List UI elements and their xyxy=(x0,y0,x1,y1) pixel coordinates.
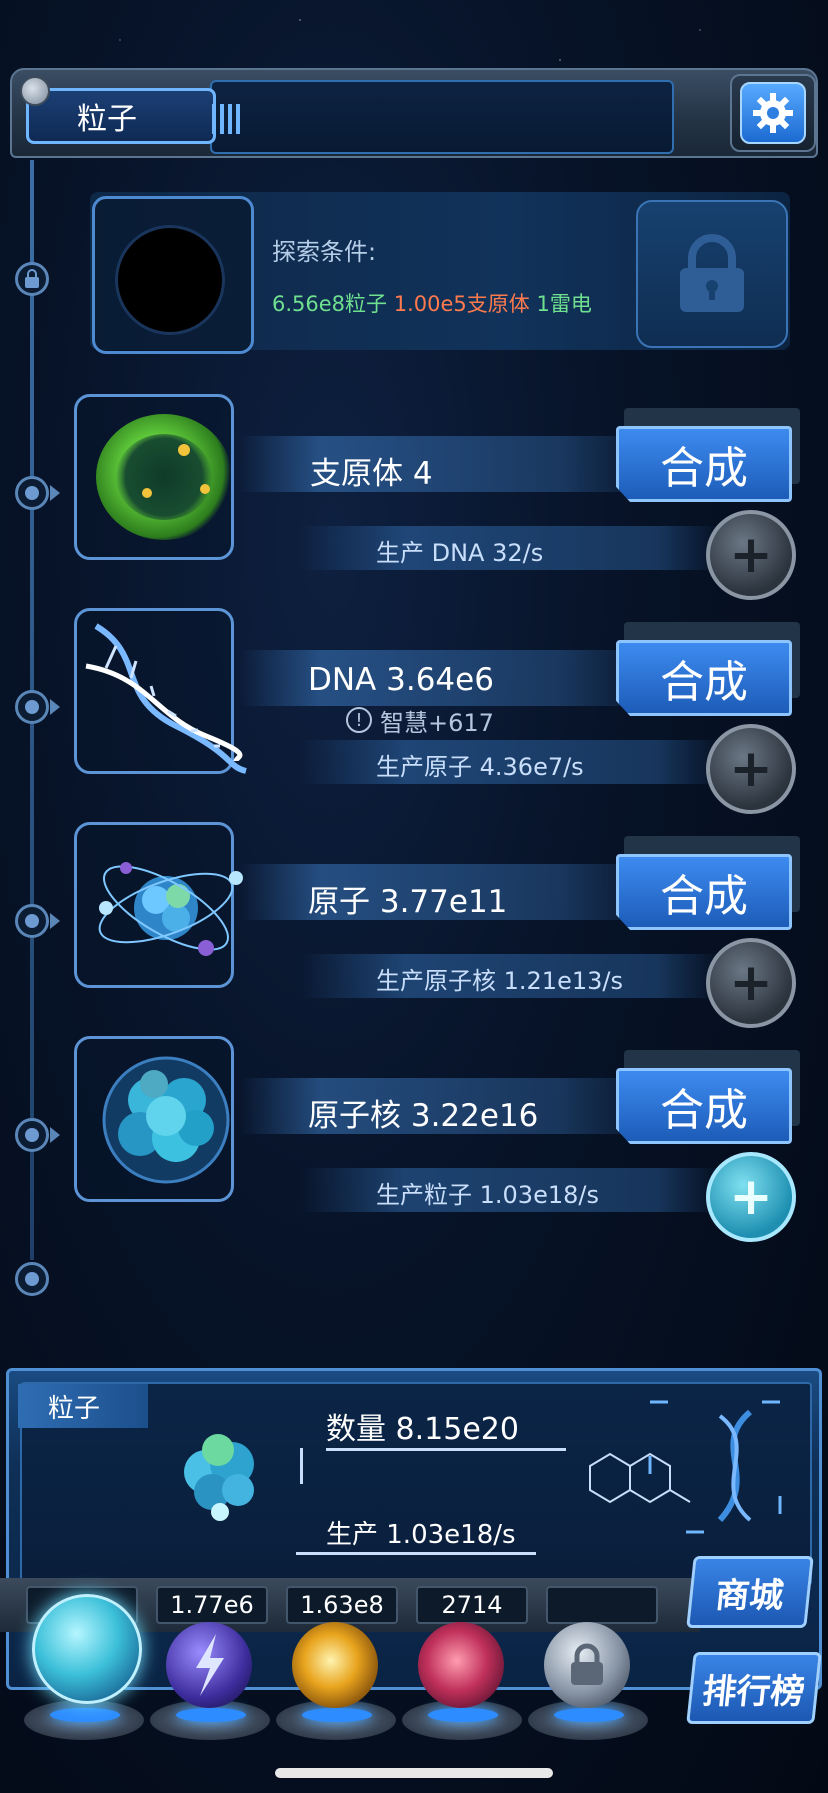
plus-icon: + xyxy=(729,739,773,799)
small-lock-icon xyxy=(25,269,39,288)
item-production: 生产原子核 1.21e13/s xyxy=(376,967,623,995)
resource-cell-locked xyxy=(546,1586,658,1624)
plus-icon: + xyxy=(729,525,773,585)
explore-condition-label: 探索条件: xyxy=(272,238,377,266)
item-name-bar xyxy=(240,436,640,492)
info-icon: ! xyxy=(346,707,373,733)
page-title: 粒子 xyxy=(26,88,216,144)
resource-count: 数量 8.15e20 xyxy=(326,1412,519,1447)
nucleus-icon xyxy=(102,1056,230,1184)
title-bars-decoration xyxy=(212,104,240,134)
locked-button[interactable] xyxy=(636,200,788,348)
header-panel xyxy=(210,80,674,154)
resource-production: 生产 1.03e18/s xyxy=(326,1520,516,1550)
timeline-node xyxy=(15,904,49,938)
screw-decoration xyxy=(20,76,50,106)
lock-icon xyxy=(571,1643,603,1685)
synthesize-button[interactable]: 合成 xyxy=(616,854,792,930)
synthesize-button[interactable]: 合成 xyxy=(616,1068,792,1144)
upgrade-button-active[interactable]: + xyxy=(706,1152,796,1242)
upgrade-button[interactable]: + xyxy=(706,938,796,1028)
pedestal-glow xyxy=(428,1708,498,1722)
connector-line xyxy=(300,1448,303,1484)
item-name: 支原体 4 xyxy=(310,456,433,492)
resource-cell-thunder: 1.77e6 xyxy=(156,1586,268,1624)
thunder-orb-button[interactable] xyxy=(166,1622,252,1708)
timeline-node xyxy=(15,476,49,510)
lightning-icon xyxy=(196,1634,224,1696)
item-production: 生产粒子 1.03e18/s xyxy=(376,1181,599,1209)
plus-icon: + xyxy=(729,953,773,1013)
gear-icon xyxy=(753,93,793,133)
mycoplasma-icon xyxy=(96,414,232,540)
requirement-mycoplasma: 1.00e5支原体 xyxy=(393,292,530,316)
resource-cell-brain: 2714 xyxy=(416,1586,528,1624)
timeline-node xyxy=(15,690,49,724)
requirements: 6.56e8粒子 1.00e5支原体 1雷电 xyxy=(272,288,592,318)
lock-icon xyxy=(680,234,744,312)
pedestal-glow xyxy=(50,1708,120,1722)
resource-tag: 粒子 xyxy=(18,1384,148,1428)
item-production: 生产 DNA 32/s xyxy=(376,539,544,567)
leaderboard-button[interactable]: 排行榜 xyxy=(686,1652,822,1724)
home-indicator xyxy=(275,1768,553,1778)
divider-line xyxy=(326,1448,566,1451)
plus-icon: + xyxy=(729,1167,773,1227)
pedestal-glow xyxy=(176,1708,246,1722)
pedestal-glow xyxy=(554,1708,624,1722)
blackhole-icon xyxy=(118,228,222,332)
resource-cell-galaxy: 1.63e8 xyxy=(286,1586,398,1624)
atom-icon xyxy=(98,862,243,956)
molecule-dna-decoration xyxy=(589,1400,782,1534)
timeline-node-locked xyxy=(15,262,49,296)
timeline-arrow xyxy=(50,699,60,715)
synthesize-button[interactable]: 合成 xyxy=(616,426,792,502)
upgrade-button[interactable]: + xyxy=(706,510,796,600)
item-production: 生产原子 4.36e7/s xyxy=(376,753,584,781)
tooltip-text: 智慧+617 xyxy=(380,708,494,737)
settings-button[interactable] xyxy=(740,82,806,144)
galaxy-orb-button[interactable] xyxy=(292,1622,378,1708)
timeline-arrow xyxy=(50,485,60,501)
synthesize-button[interactable]: 合成 xyxy=(616,640,792,716)
particle-icon xyxy=(184,1434,254,1521)
timeline-node xyxy=(15,1118,49,1152)
pedestal-glow xyxy=(302,1708,372,1722)
requirement-thunder: 1雷电 xyxy=(536,292,592,316)
item-name: 原子 3.77e11 xyxy=(308,884,508,920)
requirement-particles: 6.56e8粒子 xyxy=(272,292,388,316)
item-name: 原子核 3.22e16 xyxy=(308,1098,539,1134)
dna-icon xyxy=(85,623,247,774)
brain-orb-button[interactable] xyxy=(418,1622,504,1708)
item-name: DNA 3.64e6 xyxy=(308,662,494,698)
timeline-end-node xyxy=(15,1262,49,1296)
particle-orb-button[interactable] xyxy=(32,1594,142,1704)
timeline-arrow xyxy=(50,913,60,929)
shop-button[interactable]: 商城 xyxy=(686,1556,814,1628)
timeline-arrow xyxy=(50,1127,60,1143)
upgrade-button[interactable]: + xyxy=(706,724,796,814)
locked-orb-button[interactable] xyxy=(544,1622,630,1708)
divider-line xyxy=(296,1552,536,1555)
